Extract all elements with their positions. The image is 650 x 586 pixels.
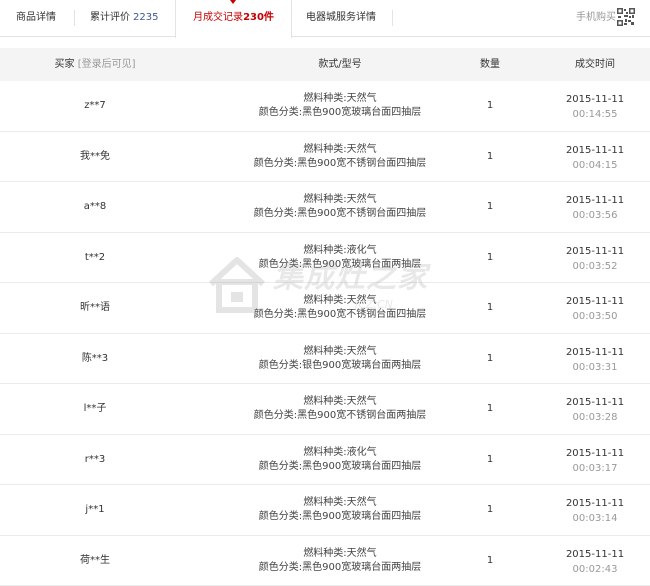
deal-date: 2015-11-11 bbox=[540, 193, 650, 208]
deal-time: 2015-11-1100:02:43 bbox=[540, 547, 650, 577]
quantity: 1 bbox=[440, 283, 540, 333]
quantity: 1 bbox=[440, 536, 540, 586]
quantity: 1 bbox=[440, 485, 540, 535]
buyer-name: a**8 bbox=[0, 182, 190, 232]
deal-clock: 00:03:31 bbox=[540, 360, 650, 375]
deal-date: 2015-11-11 bbox=[540, 143, 650, 158]
header-buyer: 买家 [登录后可见] bbox=[0, 48, 190, 81]
mobile-buy-link[interactable]: 手机购买 bbox=[576, 0, 616, 36]
records-table-body: z**7 燃料种类:天然气颜色分类:黑色900宽玻璃台面四抽层 1 2015-1… bbox=[0, 81, 650, 586]
tab-divider bbox=[74, 10, 75, 26]
table-row: j**1 燃料种类:天然气颜色分类:黑色900宽玻璃台面四抽层 1 2015-1… bbox=[0, 485, 650, 536]
quantity: 1 bbox=[440, 334, 540, 384]
deal-clock: 00:03:28 bbox=[540, 410, 650, 425]
deal-date: 2015-11-11 bbox=[540, 294, 650, 309]
deal-time: 2015-11-1100:03:52 bbox=[540, 244, 650, 274]
qr-code-icon[interactable] bbox=[617, 8, 635, 26]
quantity: 1 bbox=[440, 435, 540, 485]
tab-reviews[interactable]: 累计评价2235 bbox=[90, 0, 158, 36]
deal-date: 2015-11-11 bbox=[540, 395, 650, 410]
tab-label: 电器城服务详情 bbox=[306, 12, 376, 23]
review-count: 2235 bbox=[133, 12, 158, 23]
deal-time: 2015-11-1100:03:17 bbox=[540, 446, 650, 476]
tab-service-detail[interactable]: 电器城服务详情 bbox=[306, 0, 376, 36]
quantity: 1 bbox=[440, 182, 540, 232]
buyer-name: l**子 bbox=[0, 384, 190, 434]
table-row: 我**免 燃料种类:天然气颜色分类:黑色900宽不锈钢台面四抽层 1 2015-… bbox=[0, 132, 650, 183]
deal-clock: 00:14:55 bbox=[540, 107, 650, 122]
buyer-name: 我**免 bbox=[0, 132, 190, 182]
tab-divider bbox=[392, 10, 393, 26]
deal-time: 2015-11-1100:04:15 bbox=[540, 143, 650, 173]
quantity: 1 bbox=[440, 233, 540, 283]
deal-clock: 00:04:15 bbox=[540, 158, 650, 173]
table-row: l**子 燃料种类:天然气颜色分类:黑色900宽不锈钢台面两抽层 1 2015-… bbox=[0, 384, 650, 435]
buyer-name: z**7 bbox=[0, 81, 190, 131]
deal-date: 2015-11-11 bbox=[540, 92, 650, 107]
header-buyer-label: 买家 bbox=[55, 59, 75, 70]
quantity: 1 bbox=[440, 81, 540, 131]
tab-label: 商品详情 bbox=[16, 12, 56, 23]
tab-product-detail[interactable]: 商品详情 bbox=[16, 0, 56, 36]
deal-time: 2015-11-1100:03:31 bbox=[540, 345, 650, 375]
buyer-name: t**2 bbox=[0, 233, 190, 283]
table-row: 荷**生 燃料种类:天然气颜色分类:黑色900宽玻璃台面两抽层 1 2015-1… bbox=[0, 536, 650, 586]
buyer-name: 陈**3 bbox=[0, 334, 190, 384]
deal-date: 2015-11-11 bbox=[540, 446, 650, 461]
deal-clock: 00:03:14 bbox=[540, 511, 650, 526]
deal-clock: 00:02:43 bbox=[540, 562, 650, 577]
table-row: a**8 燃料种类:天然气颜色分类:黑色900宽不锈钢台面四抽层 1 2015-… bbox=[0, 182, 650, 233]
tab-label: 月成交记录 bbox=[193, 12, 243, 23]
deal-date: 2015-11-11 bbox=[540, 345, 650, 360]
table-row: 昕**语 燃料种类:天然气颜色分类:黑色900宽不锈钢台面四抽层 1 2015-… bbox=[0, 283, 650, 334]
deal-date: 2015-11-11 bbox=[540, 244, 650, 259]
tab-bar: 商品详情 累计评价2235 月成交记录230件 电器城服务详情 手机购买 bbox=[0, 0, 650, 37]
buyer-name: r**3 bbox=[0, 435, 190, 485]
mobile-buy-label: 手机购买 bbox=[576, 12, 616, 23]
table-row: 陈**3 燃料种类:天然气颜色分类:银色900宽玻璃台面两抽层 1 2015-1… bbox=[0, 334, 650, 385]
active-tab-marker bbox=[230, 0, 236, 4]
deal-clock: 00:03:56 bbox=[540, 208, 650, 223]
deal-clock: 00:03:50 bbox=[540, 309, 650, 324]
deal-time: 2015-11-1100:03:14 bbox=[540, 496, 650, 526]
table-row: t**2 燃料种类:液化气颜色分类:黑色900宽玻璃台面两抽层 1 2015-1… bbox=[0, 233, 650, 284]
quantity: 1 bbox=[440, 384, 540, 434]
deal-date: 2015-11-11 bbox=[540, 547, 650, 562]
tab-monthly-sales[interactable]: 月成交记录230件 bbox=[175, 0, 292, 38]
deal-time: 2015-11-1100:03:56 bbox=[540, 193, 650, 223]
buyer-name: j**1 bbox=[0, 485, 190, 535]
deal-clock: 00:03:52 bbox=[540, 259, 650, 274]
header-time: 成交时间 bbox=[540, 48, 650, 81]
buyer-name: 荷**生 bbox=[0, 536, 190, 586]
tab-label: 累计评价 bbox=[90, 12, 130, 23]
table-row: r**3 燃料种类:液化气颜色分类:黑色900宽玻璃台面四抽层 1 2015-1… bbox=[0, 435, 650, 486]
header-qty: 数量 bbox=[440, 48, 540, 81]
deal-date: 2015-11-11 bbox=[540, 496, 650, 511]
buyer-name: 昕**语 bbox=[0, 283, 190, 333]
records-table-header: 买家 [登录后可见] 款式/型号 数量 成交时间 bbox=[0, 48, 650, 81]
sales-count: 230件 bbox=[243, 12, 274, 23]
deal-time: 2015-11-1100:03:50 bbox=[540, 294, 650, 324]
deal-time: 2015-11-1100:03:28 bbox=[540, 395, 650, 425]
quantity: 1 bbox=[440, 132, 540, 182]
table-row: z**7 燃料种类:天然气颜色分类:黑色900宽玻璃台面四抽层 1 2015-1… bbox=[0, 81, 650, 132]
header-buyer-hint: [登录后可见] bbox=[78, 59, 136, 70]
deal-time: 2015-11-1100:14:55 bbox=[540, 92, 650, 122]
deal-clock: 00:03:17 bbox=[540, 461, 650, 476]
